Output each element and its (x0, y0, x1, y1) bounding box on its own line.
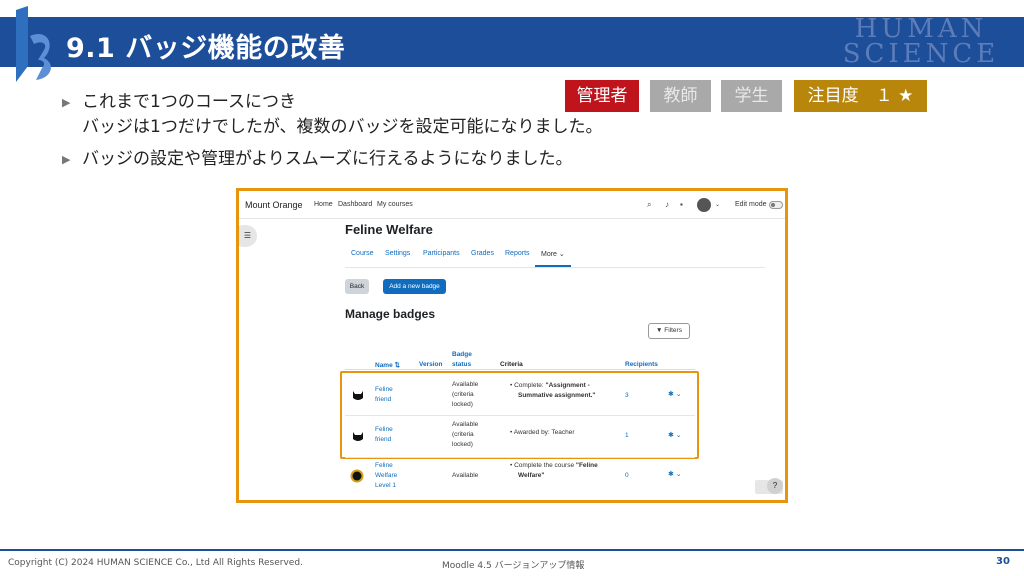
nav-my-courses[interactable]: My courses (377, 201, 413, 208)
filters-label: Filters (664, 327, 682, 334)
nav-home[interactable]: Home (314, 201, 333, 208)
brand-logo-text: HUMAN SCIENCE (836, 16, 1006, 69)
edit-mode-toggle[interactable] (769, 201, 783, 209)
column-name[interactable]: Name ⇅ (375, 361, 400, 369)
list-icon: ☰ (243, 231, 251, 240)
tab-grades[interactable]: Grades (471, 250, 494, 257)
page-number: 30 (996, 556, 1010, 567)
course-title: Feline Welfare (345, 222, 433, 237)
column-status-line-1[interactable]: Badge (452, 351, 472, 358)
filter-icon: ▼ (656, 327, 663, 334)
brand-line-2: SCIENCE (842, 39, 1000, 69)
tab-more[interactable]: More ⌄ (541, 250, 565, 258)
course-index-toggle[interactable]: ☰ (239, 225, 257, 247)
moodle-navbar: Mount Orange Home Dashboard My courses ⌕… (239, 191, 785, 219)
filters-button[interactable]: ▼ Filters (648, 323, 690, 339)
badge-name-link[interactable]: Feline friend (375, 425, 393, 445)
tag-admin: 管理者 (565, 80, 639, 112)
badge-criteria: • Complete: "Assignment - Summative assig… (510, 382, 596, 399)
slide-title: 9.1 バッジ機能の改善 (66, 33, 346, 64)
recipients-count[interactable]: 3 (625, 391, 629, 401)
edit-mode-label: Edit mode (735, 201, 767, 208)
badge-status: Available (452, 472, 479, 479)
back-button[interactable]: Back (345, 279, 369, 294)
search-icon[interactable]: ⌕ (647, 200, 651, 210)
bullet-arrow-icon: ▶ (62, 96, 71, 109)
column-version[interactable]: Version (419, 361, 442, 368)
site-name[interactable]: Mount Orange (245, 200, 303, 210)
table-header-divider (345, 369, 695, 370)
add-badge-button[interactable]: Add a new badge (383, 279, 446, 294)
chevron-down-icon[interactable]: ⌄ (715, 201, 720, 208)
badge-status: Available (criteria locked) (452, 421, 479, 448)
tab-settings[interactable]: Settings (385, 250, 410, 257)
chat-icon[interactable]: ▪ (680, 200, 683, 209)
badge-name-link[interactable]: Feline friend (375, 385, 393, 405)
recipients-count[interactable]: 0 (625, 471, 629, 481)
column-criteria: Criteria (500, 361, 523, 368)
column-status-line-2[interactable]: status (452, 361, 471, 368)
gear-icon[interactable]: ✱ ⌄ (668, 390, 682, 398)
tab-reports[interactable]: Reports (505, 250, 530, 257)
cat-badge-icon (353, 391, 363, 400)
tag-student: 学生 (721, 80, 782, 112)
row-divider (345, 457, 695, 458)
bullet-arrow-icon: ▶ (62, 153, 71, 166)
bullet-2-line-1: バッジの設定や管理がよりスムーズに行えるようになりました。 (82, 149, 573, 169)
tab-participants[interactable]: Participants (423, 250, 460, 257)
gear-icon[interactable]: ✱ ⌄ (668, 431, 682, 439)
moodle-screenshot: Mount Orange Home Dashboard My courses ⌕… (236, 188, 788, 503)
cat-badge-icon (353, 432, 363, 441)
bullet-1-line-2: バッジは1つだけでしたが、複数のバッジを設定可能になりました。 (82, 117, 603, 137)
tab-course[interactable]: Course (351, 250, 374, 257)
recipients-count[interactable]: 1 (625, 431, 629, 441)
badge-criteria: • Complete the course "Feline Welfare" (510, 462, 598, 479)
tag-teacher: 教師 (650, 80, 711, 112)
footer-divider (0, 549, 1024, 551)
row-divider (345, 415, 695, 416)
avatar[interactable] (697, 198, 711, 212)
column-recipients[interactable]: Recipients (625, 361, 658, 368)
gear-icon[interactable]: ✱ ⌄ (668, 470, 682, 478)
manage-badges-heading: Manage badges (345, 307, 436, 321)
badge-criteria: • Awarded by: Teacher (510, 429, 575, 436)
footer-subtitle: Moodle 4.5 バージョンアップ情報 (442, 561, 585, 571)
nav-dashboard[interactable]: Dashboard (338, 201, 372, 208)
bell-icon[interactable]: ♪ (665, 200, 669, 209)
tag-attention-level: 注目度 １ ★ (794, 80, 927, 112)
medal-badge-icon (350, 469, 364, 483)
tabs-divider (345, 267, 765, 268)
badge-name-link[interactable]: Feline Welfare Level 1 (375, 461, 397, 491)
company-logo-icon (16, 6, 51, 82)
bullet-1-line-1: これまで1つのコースにつき (82, 92, 296, 112)
help-button[interactable]: ? (767, 478, 783, 494)
badge-status: Available (criteria locked) (452, 381, 479, 408)
footer-copyright: Copyright (C) 2024 HUMAN SCIENCE Co., Lt… (8, 558, 303, 568)
